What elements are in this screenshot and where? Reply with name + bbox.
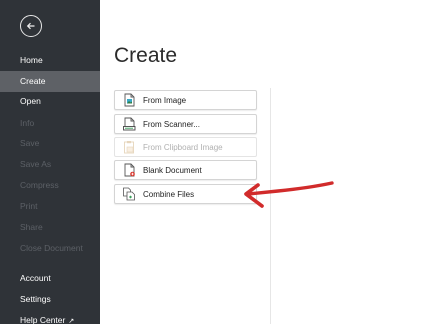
sidebar-item-close-document: Close Document <box>20 243 83 253</box>
combine-files-icon <box>122 187 136 201</box>
annotation-arrow <box>244 181 334 208</box>
page-title: Create <box>114 44 178 67</box>
back-arrow-icon <box>26 22 35 30</box>
back-button[interactable] <box>20 15 42 37</box>
blank-document-button[interactable]: Blank Document <box>114 160 257 180</box>
sidebar-item-create[interactable]: Create <box>0 71 100 92</box>
from-scanner-label: From Scanner... <box>143 119 200 129</box>
image-document-icon <box>122 93 136 107</box>
sidebar-item-open[interactable]: Open <box>0 91 100 112</box>
from-scanner-button[interactable]: From Scanner... <box>114 114 257 134</box>
sidebar-item-home[interactable]: Home <box>0 50 100 71</box>
sidebar: Home Create Open Info Save Save As Compr… <box>0 0 100 325</box>
sidebar-item-print: Print <box>20 201 38 211</box>
sidebar-item-compress: Compress <box>20 180 59 190</box>
sidebar-item-share: Share <box>20 222 43 232</box>
from-image-label: From Image <box>143 95 187 105</box>
sidebar-item-settings[interactable]: Settings <box>0 289 100 310</box>
sidebar-item-help-center[interactable]: Help Center ↗ <box>0 310 100 331</box>
combine-files-label: Combine Files <box>143 189 195 199</box>
from-clipboard-image-label: From Clipboard Image <box>143 142 223 152</box>
sidebar-item-account[interactable]: Account <box>0 268 100 289</box>
clipboard-document-icon <box>122 140 136 154</box>
sidebar-item-save: Save <box>20 138 40 148</box>
scanner-document-icon <box>122 117 136 131</box>
from-image-button[interactable]: From Image <box>114 90 257 110</box>
sidebar-item-save-as: Save As <box>20 159 52 169</box>
combine-files-button[interactable]: Combine Files <box>114 184 257 204</box>
sidebar-item-info: Info <box>20 118 35 128</box>
from-clipboard-image-button: From Clipboard Image <box>114 137 257 157</box>
blank-document-icon <box>122 163 136 177</box>
blank-document-label: Blank Document <box>143 165 202 175</box>
